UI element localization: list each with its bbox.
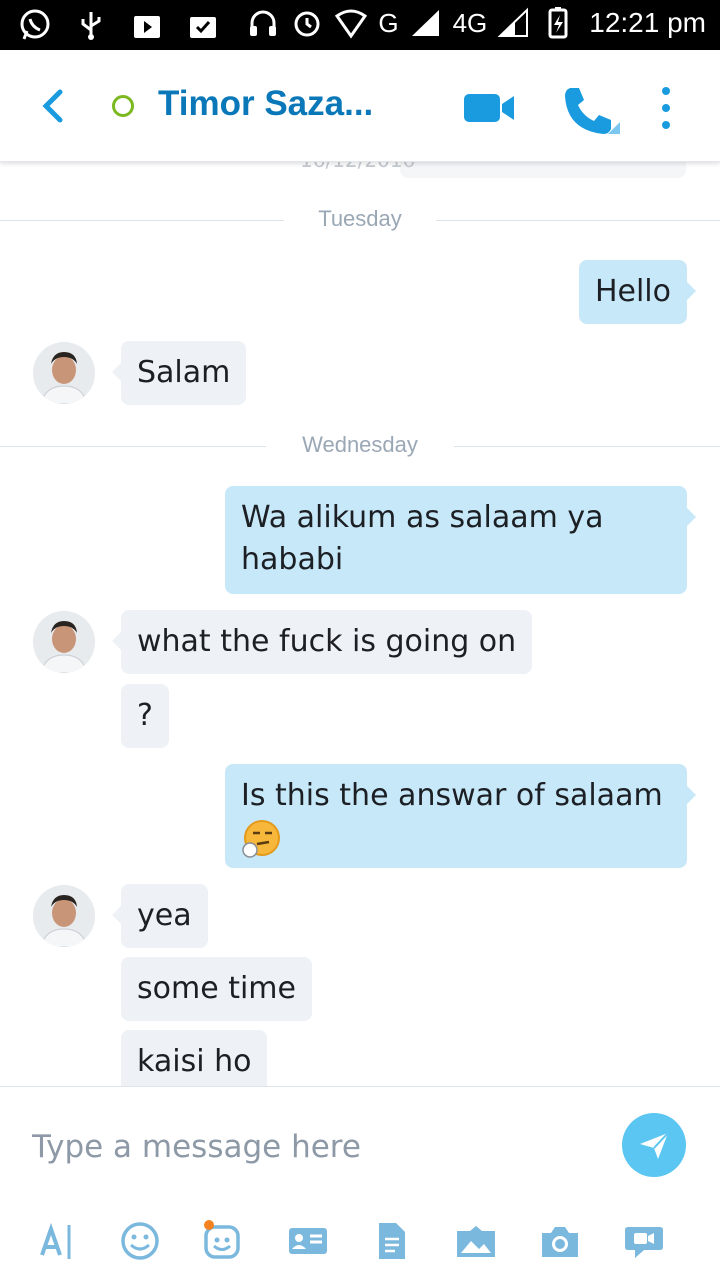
network-type-4g: 4G: [452, 7, 488, 38]
notification-icons: [18, 8, 220, 42]
message-input[interactable]: [32, 1125, 592, 1169]
message-text: Is this the answar of salaam: [241, 778, 663, 813]
avatar-photo: [33, 885, 95, 947]
emoticon-icon[interactable]: [118, 1219, 162, 1263]
contact-avatar[interactable]: [33, 342, 95, 404]
whatsapp-icon: [20, 9, 50, 40]
shopping-bag-icon: [190, 17, 216, 38]
wifi-icon: [335, 9, 368, 39]
video-message-icon[interactable]: [622, 1219, 666, 1263]
incoming-message[interactable]: what the fuck is going on: [111, 610, 533, 674]
avatar-photo: [33, 342, 95, 404]
mojis-icon[interactable]: [200, 1219, 244, 1263]
composer-toolbar: [0, 1207, 720, 1277]
file-icon[interactable]: [370, 1219, 414, 1263]
signal-icon: [411, 10, 439, 36]
incoming-message[interactable]: some time: [121, 957, 312, 1021]
smirk-emoticon-icon: [242, 819, 280, 858]
contact-avatar[interactable]: [33, 885, 95, 947]
signal-icon-2: [497, 7, 529, 37]
back-arrow-icon[interactable]: [34, 86, 74, 126]
peek-date: 16/12/2016: [300, 162, 415, 172]
message-composer: [0, 1086, 720, 1280]
video-camera-icon[interactable]: [462, 88, 518, 128]
contact-name[interactable]: Timor Saza...: [158, 84, 373, 124]
contact-card-icon[interactable]: [286, 1219, 330, 1263]
outgoing-message[interactable]: Hello: [578, 260, 697, 324]
day-divider-label: Wednesday: [302, 432, 418, 457]
incoming-message[interactable]: kaisi ho: [121, 1030, 268, 1086]
usb-icon: [81, 12, 101, 40]
day-divider-label: Tuesday: [318, 206, 402, 231]
play-store-icon: [134, 16, 160, 38]
incoming-message[interactable]: Salam: [111, 341, 247, 405]
contact-avatar[interactable]: [33, 611, 95, 673]
headset-icon: [250, 10, 277, 36]
chat-header: Timor Saza...: [0, 50, 720, 162]
message-list[interactable]: 16/12/2016 Tuesday Hello Salam Wednesday…: [0, 162, 720, 1086]
system-icons: G 4G 12:21 pm: [246, 6, 706, 40]
network-type-g: G: [378, 7, 399, 38]
avatar-photo: [33, 611, 95, 673]
presence-status-icon: [112, 95, 134, 117]
incoming-message[interactable]: yea: [112, 884, 208, 948]
alarm-icon: [294, 11, 320, 37]
incoming-message[interactable]: ?: [121, 684, 169, 748]
previous-message-fragment: [400, 162, 686, 178]
camera-icon[interactable]: [538, 1219, 582, 1263]
more-vertical-icon[interactable]: [650, 84, 682, 132]
status-bar: G 4G 12:21 pm: [0, 0, 720, 50]
send-button[interactable]: [622, 1113, 686, 1177]
clock: 12:21 pm: [589, 7, 706, 38]
outgoing-message[interactable]: Is this the answar of salaam: [225, 764, 696, 868]
battery-icon: [548, 7, 568, 39]
text-format-icon[interactable]: [36, 1219, 80, 1263]
phone-icon[interactable]: [560, 82, 622, 144]
send-icon: [640, 1132, 669, 1159]
day-divider: Tuesday: [0, 206, 720, 236]
outgoing-message[interactable]: Wa alikum as salaam ya hababi: [225, 486, 696, 594]
media-bar-icon[interactable]: [454, 1219, 498, 1263]
day-divider: Wednesday: [0, 432, 720, 462]
